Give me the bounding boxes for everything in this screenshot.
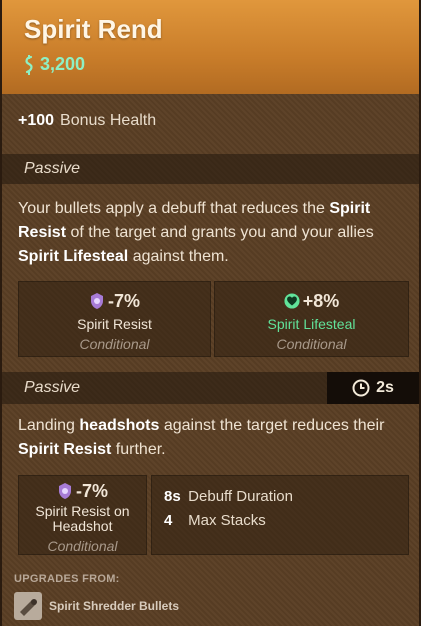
item-tooltip-card: Spirit Rend 3,200 +100 Bonus Health Passi… (0, 0, 421, 626)
desc-keyword: Spirit Resist (18, 441, 112, 458)
stat-value-row: -7% (19, 481, 146, 502)
passive-label-1: Passive (24, 160, 81, 177)
clock-icon (352, 379, 370, 397)
upgrade-item-name[interactable]: Spirit Shredder Bullets (49, 599, 179, 613)
desc-text: against them. (128, 248, 229, 265)
desc-text: of the target and grants you and your al… (66, 224, 374, 241)
stat-value: +8% (302, 291, 340, 311)
bonus-health-label: Bonus Health (60, 112, 157, 129)
property-label: Max Stacks (188, 512, 266, 529)
upgrades-from-label: UPGRADES FROM: (14, 573, 120, 585)
cost-value: 3,200 (40, 54, 86, 74)
stat-name: Spirit Lifesteal (267, 316, 356, 332)
desc-keyword: Spirit Lifesteal (18, 248, 129, 265)
spirit-lifesteal-icon (284, 293, 300, 309)
item-title: Spirit Rend (24, 14, 163, 44)
bonus-health-value: +100 (18, 112, 55, 129)
stat-box-spirit-lifesteal: +8% Spirit Lifesteal Conditional (214, 281, 409, 357)
passive-label-2: Passive (24, 379, 81, 396)
passive-header-2: Passive 2s (2, 372, 419, 404)
property-label: Debuff Duration (188, 488, 293, 505)
stat-box-spirit-resist: -7% Spirit Resist Conditional (18, 281, 211, 357)
stat-value: -7% (107, 291, 140, 311)
stat-condition: Conditional (79, 336, 150, 352)
stat-value: -7% (75, 481, 108, 501)
desc-text: further. (111, 441, 166, 458)
stat-condition: Conditional (276, 336, 347, 352)
spirit-resist-icon (90, 293, 103, 309)
desc-text: Your bullets apply a debuff that reduces… (18, 200, 330, 217)
cooldown-value: 2s (376, 379, 394, 396)
desc-text: against the target reduces their (159, 417, 385, 434)
spirit-resist-icon (58, 483, 71, 499)
souls-icon (25, 54, 33, 75)
desc-text: Landing (18, 417, 80, 434)
stat-box-properties: 8s Debuff Duration 4 Max Stacks (151, 475, 409, 555)
property-value: 8s (164, 488, 181, 505)
passive-description-2: Landing headshots against the target red… (18, 414, 408, 462)
cooldown-badge: 2s (327, 372, 419, 404)
stat-condition: Conditional (47, 538, 118, 554)
property-value: 4 (164, 512, 173, 529)
stat-value-row: +8% (215, 291, 408, 312)
spirit-shredder-bullets-icon[interactable] (14, 592, 42, 620)
passive-header-1: Passive (2, 154, 419, 184)
property-debuff-duration: 8s Debuff Duration (164, 488, 293, 505)
property-max-stacks: 4 Max Stacks (164, 512, 266, 529)
stat-name: Spirit Resist (77, 316, 152, 332)
passive-description-1: Your bullets apply a debuff that reduces… (18, 197, 408, 269)
stat-value-row: -7% (19, 291, 210, 312)
stat-name: Spirit Resist on Headshot (35, 503, 130, 534)
item-header: Spirit Rend 3,200 (2, 0, 419, 94)
item-cost: 3,200 (22, 54, 85, 75)
stat-box-spirit-resist-headshot: -7% Spirit Resist on Headshot Conditiona… (18, 475, 147, 555)
desc-keyword: headshots (79, 417, 160, 434)
bonus-health-row: +100 Bonus Health (18, 112, 156, 130)
